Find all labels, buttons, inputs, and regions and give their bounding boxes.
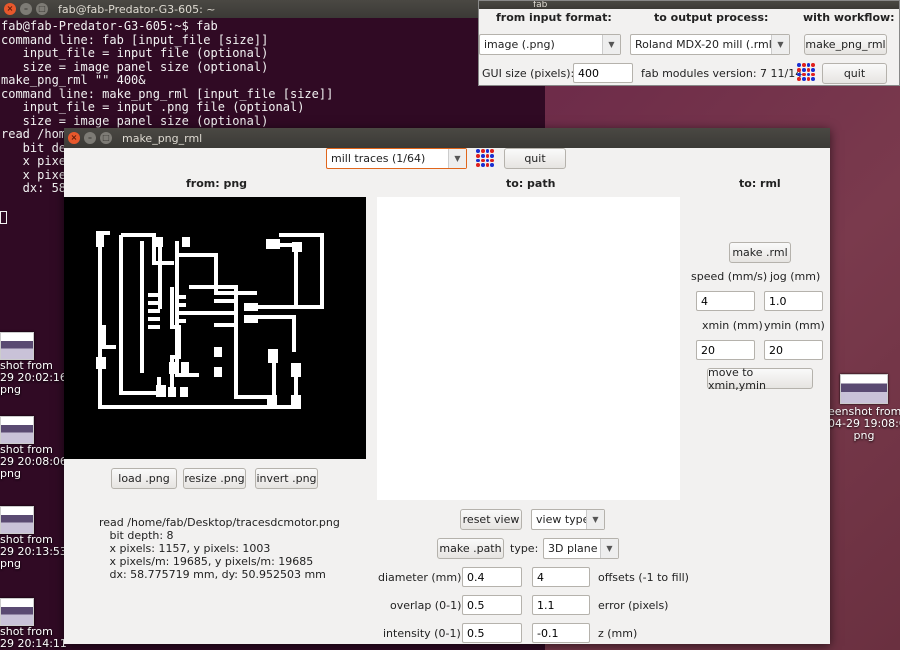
file-label: png [853,429,875,442]
chevron-down-icon: ▼ [600,539,618,558]
path-type-select[interactable]: 3D plane ▼ [543,538,619,559]
chevron-down-icon: ▼ [586,510,604,529]
desktop-file-icon[interactable]: eenshot from 04-29 19:08:09. png [828,374,900,442]
offsets-label: offsets (-1 to fill) [598,571,689,584]
speed-input[interactable] [696,291,755,311]
terminal-titlebar: × – □ fab@fab-Predator-G3-605: ~ [0,0,545,18]
make-rml-button[interactable]: make .rml [729,242,791,263]
minimize-icon[interactable]: – [84,132,96,144]
workflow-heading: with workflow: [803,11,895,24]
speed-label: speed (mm/s) [691,270,768,283]
thumbnail-icon [0,416,34,444]
jog-input[interactable] [764,291,823,311]
thumbnail-icon [840,374,888,404]
thumbnail-icon [0,598,34,626]
fab-titlebar: fab [479,1,899,9]
gui-size-input[interactable] [573,63,633,83]
from-format-heading: from input format: [496,11,612,24]
file-label: png [0,383,21,396]
terminal-cursor [0,211,7,224]
close-icon[interactable]: × [68,132,80,144]
to-rml-heading: to: rml [739,177,781,190]
ymin-label: ymin (mm) [764,319,825,332]
load-png-button[interactable]: load .png [111,468,177,489]
terminal-line: size = image panel size (optional) [1,59,269,74]
z-label: z (mm) [598,627,638,640]
diameter-label: diameter (mm) [378,571,462,584]
chevron-down-icon: ▼ [448,149,466,168]
fab-title: fab [533,1,548,9]
desktop-file-icon[interactable]: shot from 29 20:14:11 [0,598,67,650]
minimize-icon[interactable]: – [20,3,32,15]
output-process-value: Roland MDX-20 mill (.rml) [635,38,777,51]
error-label: error (pixels) [598,599,669,612]
terminal-line: make_png_rml "" 400& [1,73,146,87]
terminal-line: command line: make_png_rml [input_file [… [1,86,334,101]
maximize-icon[interactable]: □ [100,132,112,144]
overlap-label: overlap (0-1) [390,599,462,612]
mode-value: mill traces (1/64) [331,152,426,165]
make-path-button[interactable]: make .path [437,538,504,559]
terminal-line: input_file = input .png file (optional) [1,100,305,114]
move-to-xmin-ymin-button[interactable]: move to xmin,ymin [707,366,813,392]
close-icon[interactable]: × [4,3,16,15]
main-title: make_png_rml [122,131,203,145]
diameter-input[interactable] [462,567,522,587]
fab-window: fab from input format: to output process… [478,0,900,86]
file-label: png [0,467,21,480]
ymin-input[interactable] [764,340,823,360]
jog-label: jog (mm) [770,270,821,283]
gui-size-label: GUI size (pixels): [482,67,575,80]
make-png-rml-window: × – □ make_png_rml mill traces (1/64) ▼ … [64,128,830,644]
mode-select[interactable]: mill traces (1/64) ▼ [326,148,467,169]
intensity-input[interactable] [462,623,522,643]
maximize-icon[interactable]: □ [36,3,48,15]
file-label: png [0,557,21,570]
thumbnail-icon [0,332,34,360]
fab-logo-icon [797,63,815,81]
xmin-label: xmin (mm) [702,319,763,332]
path-type-value: 3D plane [548,542,598,555]
file-label: 29 20:14:11 [0,637,67,650]
png-preview[interactable] [64,197,366,459]
view-type-select[interactable]: view type ▼ [531,509,605,530]
input-format-value: image (.png) [484,38,555,51]
resize-png-button[interactable]: resize .png [183,468,246,489]
pcb-traces-image [96,231,324,409]
main-titlebar: × – □ make_png_rml [64,128,830,148]
offsets-input[interactable] [532,567,590,587]
input-format-select[interactable]: image (.png) ▼ [479,34,621,55]
type-label: type: [510,542,539,555]
chevron-down-icon: ▼ [602,35,620,54]
terminal-title: fab@fab-Predator-G3-605: ~ [58,2,216,16]
z-input[interactable] [532,623,590,643]
fab-logo-icon [476,149,494,167]
version-text: fab modules version: 7 11/14 [641,67,803,80]
output-process-select[interactable]: Roland MDX-20 mill (.rml) ▼ [630,34,790,55]
terminal-line: input_file = input file (optional) [1,46,269,60]
from-png-heading: from: png [186,177,248,190]
output-process-heading: to output process: [654,11,769,24]
quit-button[interactable]: quit [504,148,566,169]
workflow-button[interactable]: make_png_rml [804,34,887,55]
to-path-heading: to: path [506,177,556,190]
desktop-file-icon[interactable]: shot from 29 20:08:06. png [0,416,70,480]
view-type-value: view type [536,513,590,526]
quit-button[interactable]: quit [822,63,887,84]
image-info-text: read /home/fab/Desktop/tracesdcmotor.png… [99,516,340,581]
intensity-label: intensity (0-1) [383,627,461,640]
terminal-line: fab@fab-Predator-G3-605:~$ fab [1,19,218,33]
error-input[interactable] [532,595,590,615]
desktop-file-icon[interactable]: shot from 29 20:13:53. png [0,506,70,570]
thumbnail-icon [0,506,34,534]
reset-view-button[interactable]: reset view [460,509,522,530]
terminal-line: command line: fab [input_file [size]] [1,32,269,47]
invert-png-button[interactable]: invert .png [255,468,318,489]
path-preview[interactable] [377,197,680,500]
xmin-input[interactable] [696,340,755,360]
terminal-line: size = image panel size (optional) [1,113,269,128]
chevron-down-icon: ▼ [771,35,789,54]
desktop-file-icon[interactable]: shot from 29 20:02:16. png [0,332,70,396]
overlap-input[interactable] [462,595,522,615]
